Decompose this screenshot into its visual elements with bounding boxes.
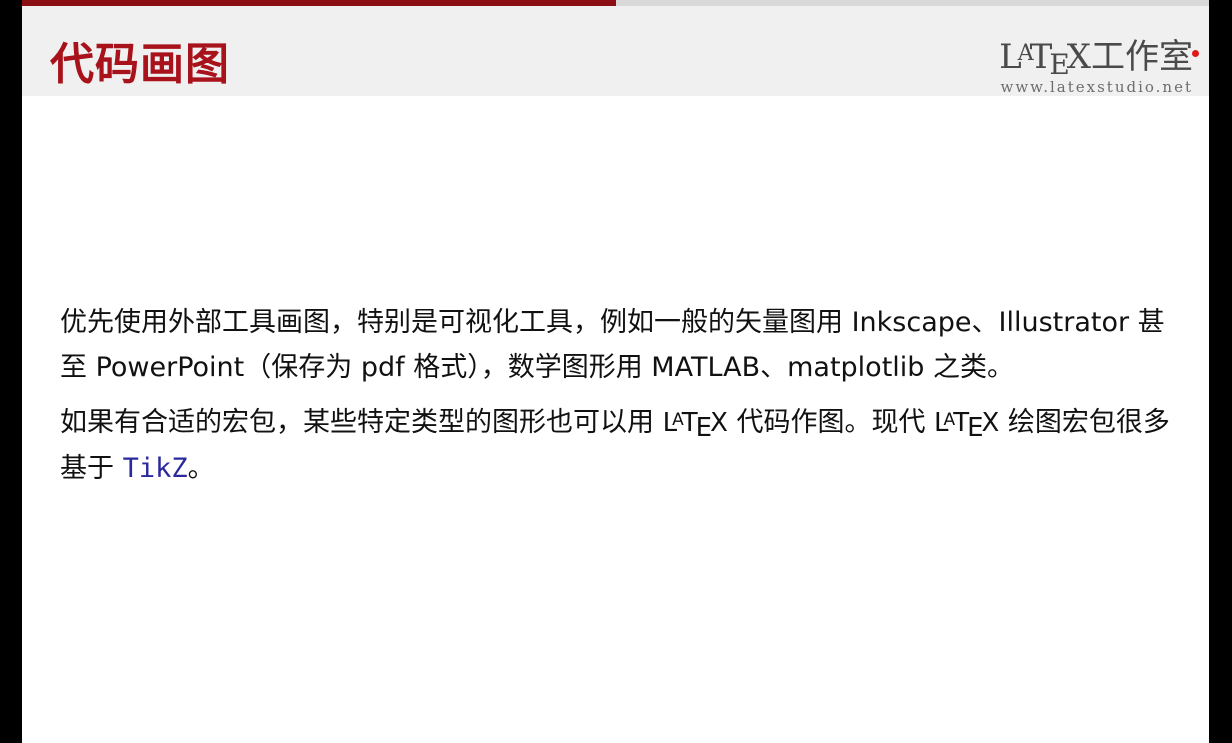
tikz-code: TikZ xyxy=(122,453,188,484)
slide-title: 代码画图 xyxy=(50,39,230,90)
paragraph-2: 如果有合适的宏包，某些特定类型的图形也可以用 LATEX 代码作图。现代 LAT… xyxy=(60,407,1170,484)
screen-border-right xyxy=(1209,0,1232,743)
slide-body: 优先使用外部工具画图，特别是可视化工具，例如一般的矢量图用 Inkscape、I… xyxy=(60,300,1180,499)
logo-red-dot xyxy=(1192,50,1199,57)
logo-wordmark: LATEX工作室 xyxy=(999,37,1193,81)
slide: 代码画图 LATEX工作室 www.latexstudio.net 优先使用外部… xyxy=(22,0,1209,743)
logo-url: www.latexstudio.net xyxy=(1000,78,1193,96)
latex-studio-logo: LATEX工作室 www.latexstudio.net xyxy=(963,36,1199,98)
latex-logo-inline: LATEX xyxy=(662,408,728,443)
paragraph-1: 优先使用外部工具画图，特别是可视化工具，例如一般的矢量图用 Inkscape、I… xyxy=(60,307,1165,383)
latex-logo-inline: LATEX xyxy=(934,408,1000,443)
slide-header: 代码画图 LATEX工作室 www.latexstudio.net xyxy=(22,6,1209,96)
